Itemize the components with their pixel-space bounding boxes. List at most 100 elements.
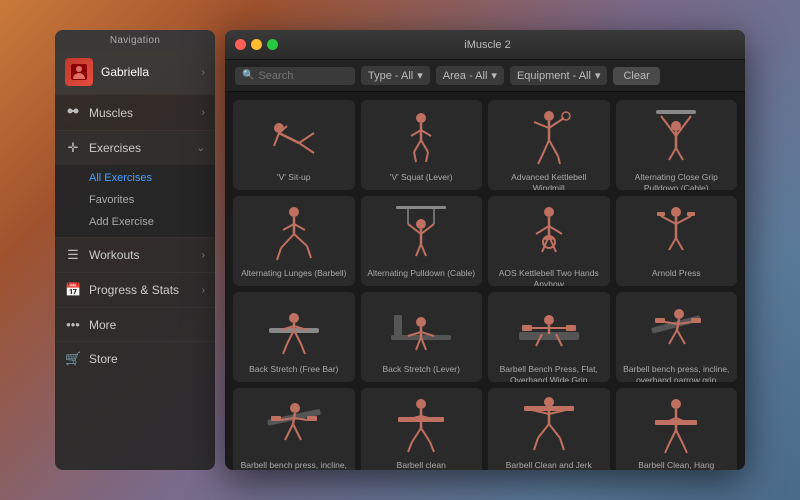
exercise-figure: [514, 300, 584, 360]
type-filter-label: Type - All: [368, 70, 413, 82]
store-label: Store: [89, 352, 205, 366]
exercise-name: 'V' Sit-up: [275, 172, 312, 183]
sidebar-title: Navigation: [55, 30, 215, 50]
sidebar-item-exercises[interactable]: ✛ Exercises ⌄: [55, 130, 215, 165]
exercise-card[interactable]: Arnold Press: [616, 196, 738, 286]
equipment-filter-chevron-icon: ▾: [595, 69, 601, 82]
exercise-figure: [514, 396, 584, 456]
exercise-card[interactable]: 'V' Sit-up: [233, 100, 355, 190]
exercise-figure: [386, 108, 456, 168]
exercise-card[interactable]: Barbell clean: [361, 388, 483, 470]
exercise-name: Back Stretch (Free Bar): [247, 364, 340, 375]
area-filter-label: Area - All: [443, 70, 488, 82]
exercise-figure: [386, 300, 456, 360]
clear-button[interactable]: Clear: [613, 67, 659, 85]
sidebar-subitem-favorites[interactable]: Favorites: [81, 189, 215, 211]
exercise-name: Alternating Pulldown (Cable): [365, 268, 477, 279]
more-label: More: [89, 318, 205, 332]
sidebar: Navigation Gabriella › Muscles › ✛ Exerc…: [55, 30, 215, 470]
area-filter[interactable]: Area - All ▾: [436, 66, 504, 85]
sidebar-subitem-add-exercise[interactable]: Add Exercise: [81, 211, 215, 233]
sidebar-item-workouts[interactable]: ☰ Workouts ›: [55, 237, 215, 272]
exercise-name: Barbell clean: [395, 460, 448, 470]
exercise-name: Barbell Bench Press, Flat, Overhand Wide…: [492, 364, 606, 382]
type-filter[interactable]: Type - All ▾: [361, 66, 430, 85]
more-icon: •••: [65, 317, 81, 332]
exercises-chevron-icon: ⌄: [197, 143, 205, 154]
exercise-card[interactable]: Barbell Clean, Hang: [616, 388, 738, 470]
exercise-card[interactable]: Barbell Clean and Jerk: [488, 388, 610, 470]
close-button[interactable]: [235, 39, 246, 50]
sidebar-user[interactable]: Gabriella ›: [55, 50, 215, 94]
workouts-label: Workouts: [89, 248, 202, 262]
workouts-icon: ☰: [65, 247, 81, 263]
exercise-card[interactable]: Back Stretch (Lever): [361, 292, 483, 382]
exercise-name: Advanced Kettlebell Windmill: [492, 172, 606, 190]
exercise-figure: [641, 108, 711, 168]
search-box[interactable]: 🔍: [235, 67, 355, 85]
exercise-grid: 'V' Sit-up 'V' Squat (Lever) Advanced Ke…: [225, 92, 745, 470]
exercise-figure: [259, 300, 329, 360]
exercise-figure: [386, 204, 456, 264]
sidebar-item-store[interactable]: 🛒 Store: [55, 341, 215, 376]
exercise-name: Barbell Clean and Jerk: [504, 460, 594, 470]
exercise-card[interactable]: Advanced Kettlebell Windmill: [488, 100, 610, 190]
type-filter-chevron-icon: ▾: [417, 69, 423, 82]
titlebar: iMuscle 2: [225, 30, 745, 60]
exercise-figure: [259, 108, 329, 168]
exercises-submenu: All Exercises Favorites Add Exercise: [55, 165, 215, 237]
exercise-figure: [641, 204, 711, 264]
exercise-name: Alternating Close Grip Pulldown (Cable): [620, 172, 734, 190]
sidebar-item-progress[interactable]: 📅 Progress & Stats ›: [55, 272, 215, 307]
exercise-figure: [259, 396, 329, 456]
muscles-icon: [65, 104, 81, 121]
exercise-figure: [386, 396, 456, 456]
exercise-name: AOS Kettlebell Two Hands Anyhow: [492, 268, 606, 286]
exercise-card[interactable]: AOS Kettlebell Two Hands Anyhow: [488, 196, 610, 286]
exercise-name: Back Stretch (Lever): [381, 364, 462, 375]
exercise-name: Barbell bench press, incline, underhand …: [237, 460, 351, 470]
workouts-chevron-icon: ›: [202, 250, 205, 261]
equipment-filter[interactable]: Equipment - All ▾: [510, 66, 608, 85]
progress-chevron-icon: ›: [202, 285, 205, 296]
exercises-section: ✛ Exercises ⌄ All Exercises Favorites Ad…: [55, 130, 215, 237]
exercise-card[interactable]: Back Stretch (Free Bar): [233, 292, 355, 382]
exercise-card[interactable]: Alternating Lunges (Barbell): [233, 196, 355, 286]
maximize-button[interactable]: [267, 39, 278, 50]
exercise-figure: [641, 300, 711, 360]
area-filter-chevron-icon: ▾: [491, 69, 497, 82]
toolbar: 🔍 Type - All ▾ Area - All ▾ Equipment - …: [225, 60, 745, 92]
exercise-name: 'V' Squat (Lever): [388, 172, 455, 183]
avatar: [65, 58, 93, 86]
sidebar-item-more[interactable]: ••• More: [55, 307, 215, 341]
exercise-figure: [514, 108, 584, 168]
progress-label: Progress & Stats: [89, 283, 202, 297]
exercises-label: Exercises: [89, 141, 197, 155]
exercise-card[interactable]: Alternating Close Grip Pulldown (Cable): [616, 100, 738, 190]
exercise-card[interactable]: 'V' Squat (Lever): [361, 100, 483, 190]
muscles-label: Muscles: [89, 106, 202, 120]
sidebar-item-muscles[interactable]: Muscles ›: [55, 94, 215, 130]
progress-icon: 📅: [65, 282, 81, 298]
exercise-name: Barbell Clean, Hang: [636, 460, 716, 470]
main-window: iMuscle 2 🔍 Type - All ▾ Area - All ▾ Eq…: [225, 30, 745, 470]
exercise-card[interactable]: Barbell Bench Press, Flat, Overhand Wide…: [488, 292, 610, 382]
exercise-card[interactable]: Barbell bench press, incline, underhand …: [233, 388, 355, 470]
exercises-icon: ✛: [65, 140, 81, 156]
user-chevron-icon: ›: [202, 67, 205, 78]
search-icon: 🔍: [242, 70, 254, 81]
exercise-card[interactable]: Alternating Pulldown (Cable): [361, 196, 483, 286]
search-input[interactable]: [258, 70, 343, 82]
muscles-chevron-icon: ›: [202, 107, 205, 118]
sidebar-subitem-all-exercises[interactable]: All Exercises: [81, 167, 215, 189]
exercise-name: Arnold Press: [650, 268, 703, 279]
exercise-card[interactable]: Barbell bench press, incline, overhand n…: [616, 292, 738, 382]
user-name: Gabriella: [101, 65, 202, 79]
exercise-figure: [641, 396, 711, 456]
window-title: iMuscle 2: [288, 39, 687, 51]
exercise-name: Barbell bench press, incline, overhand n…: [620, 364, 734, 382]
minimize-button[interactable]: [251, 39, 262, 50]
traffic-lights: [235, 39, 278, 50]
equipment-filter-label: Equipment - All: [517, 70, 591, 82]
exercise-name: Alternating Lunges (Barbell): [239, 268, 348, 279]
